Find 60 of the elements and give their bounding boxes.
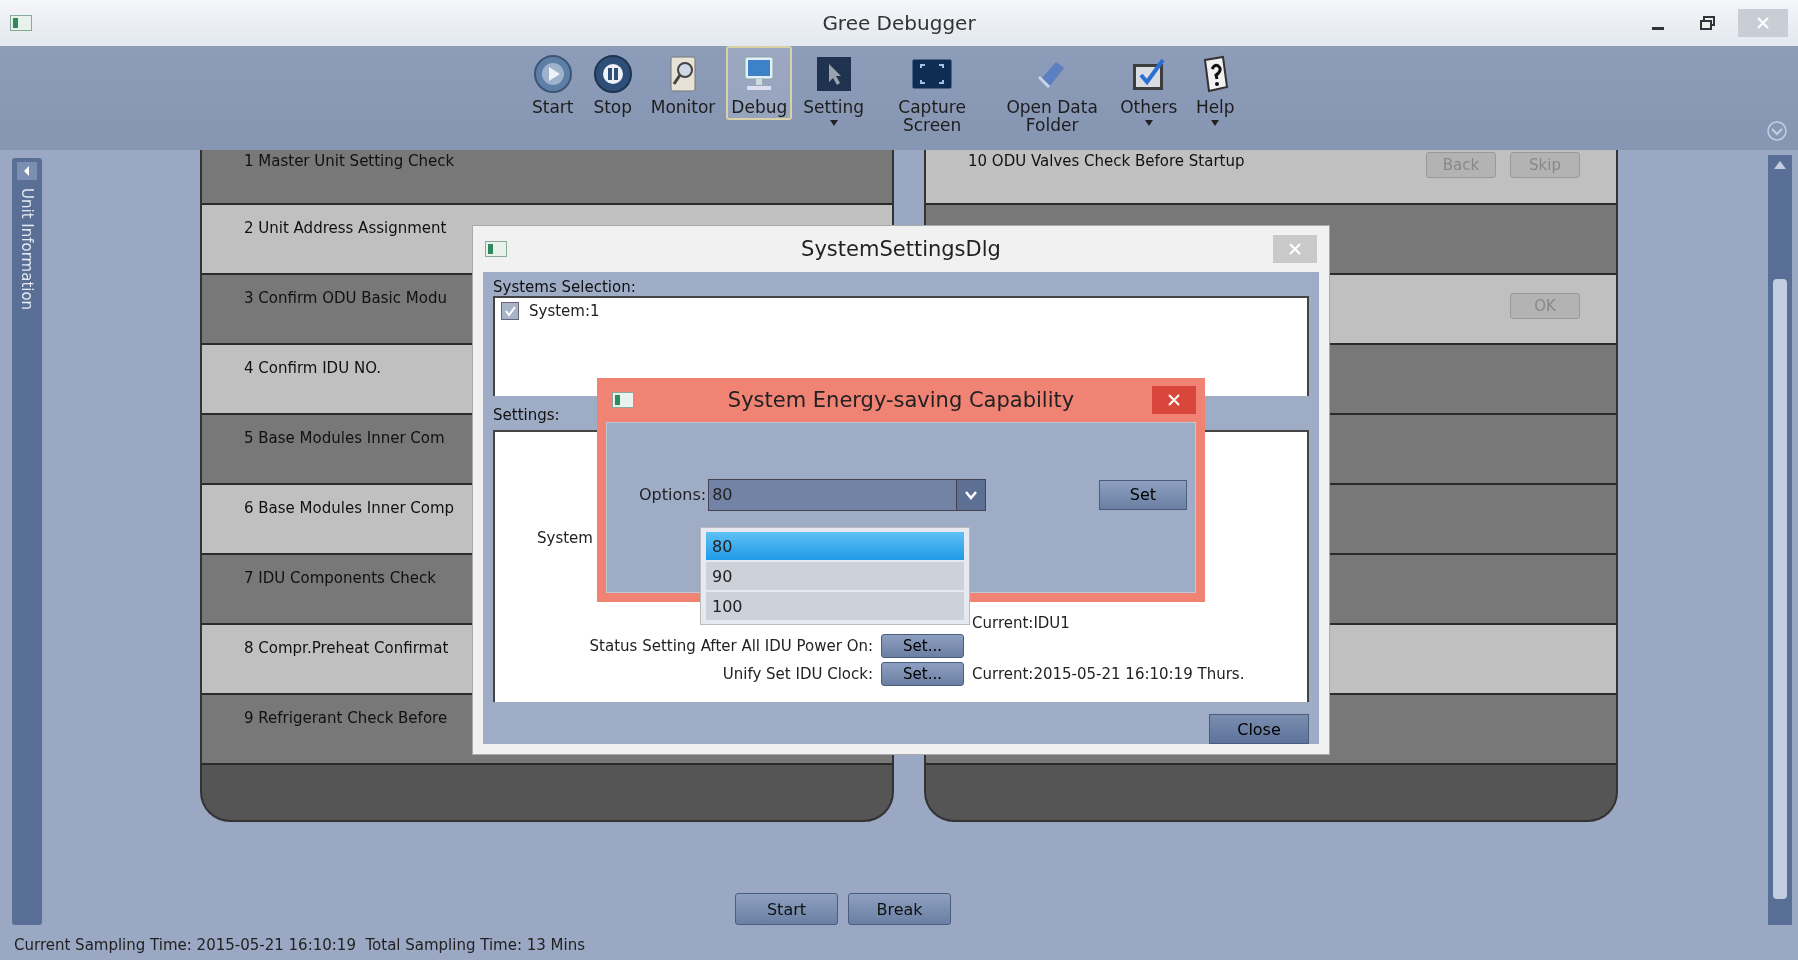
pause-icon xyxy=(592,54,633,94)
action-button[interactable]: Start xyxy=(735,893,838,925)
toolbar-button[interactable]: Debug xyxy=(726,46,793,120)
step-label: 6 Base Modules Inner Comp xyxy=(244,499,455,517)
side-tab-label: Unit Information xyxy=(18,188,36,311)
restore-icon xyxy=(1700,16,1716,30)
set-button[interactable]: Set xyxy=(1099,479,1187,510)
section-label: Settings: xyxy=(493,406,561,424)
setting-label: System xyxy=(537,529,593,547)
close-button[interactable] xyxy=(1152,386,1196,414)
window-title: Gree Debugger xyxy=(822,11,976,35)
system-label: System:1 xyxy=(529,302,600,320)
dialog-icon xyxy=(485,241,507,257)
setting-value: Current:2015-05-21 16:10:19 Thurs. xyxy=(972,665,1245,683)
step-label: 9 Refrigerant Check Before xyxy=(244,709,448,727)
scroll-up-icon[interactable] xyxy=(1774,161,1786,169)
app-icon xyxy=(10,15,32,31)
step-label: 5 Base Modules Inner Com xyxy=(244,429,445,447)
set-button[interactable]: Set... xyxy=(881,662,964,686)
toolbar-button[interactable]: Setting xyxy=(798,46,870,130)
dialog-icon xyxy=(612,392,634,408)
dialog-title: System Energy-saving Capability xyxy=(727,388,1075,412)
play-icon xyxy=(532,54,573,94)
action-button[interactable]: Break xyxy=(848,893,951,925)
toolbar-button[interactable]: Open Data Folder xyxy=(995,46,1110,138)
setting-label: Unify Set IDU Clock: xyxy=(722,665,873,683)
setting-value: Current:IDU1 xyxy=(972,614,1070,632)
toolbar-button[interactable]: Help xyxy=(1188,46,1243,130)
scrollbar[interactable] xyxy=(1768,155,1792,925)
options-dropdown[interactable]: 80 xyxy=(708,478,987,511)
step-label: 10 ODU Valves Check Before Startup xyxy=(968,152,1245,170)
chevron-down-icon xyxy=(964,489,979,500)
minimize-icon xyxy=(1652,26,1664,30)
toolbar-button[interactable]: Monitor xyxy=(645,46,721,120)
setting-label: Status Setting After All IDU Power On: xyxy=(589,637,873,655)
section-label: Systems Selection: xyxy=(493,278,637,296)
step-label: 2 Unit Address Assignment xyxy=(244,219,447,237)
step-label: 1 Master Unit Setting Check xyxy=(244,152,455,170)
arrow-left-icon xyxy=(17,162,37,180)
toolbar-button[interactable]: Others xyxy=(1115,46,1183,130)
checkbox[interactable] xyxy=(501,302,519,320)
dropdown-option[interactable]: 100 xyxy=(706,592,964,620)
step-label: 4 Confirm IDU NO. xyxy=(244,359,382,377)
step-label: 7 IDU Components Check xyxy=(244,569,436,587)
side-tab[interactable]: Unit Information xyxy=(12,158,42,925)
close-dialog-button[interactable]: Close xyxy=(1209,714,1309,744)
toolbar-button[interactable]: Start xyxy=(525,46,580,120)
close-icon xyxy=(1756,16,1770,30)
step-label: 8 Compr.Preheat Confirmat xyxy=(244,639,449,657)
options-label: Options: xyxy=(639,485,707,504)
close-icon[interactable] xyxy=(1167,393,1181,407)
dropdown-option[interactable]: 80 xyxy=(706,532,964,560)
toolbar-button[interactable]: Capture Screen xyxy=(875,46,990,138)
toolbar-button[interactable]: Stop xyxy=(585,46,640,120)
dropdown-option[interactable]: 90 xyxy=(706,562,964,590)
status-text: Current Sampling Time: 2015-05-21 16:10:19 Total Sampling Time: 13 Mins xyxy=(14,936,586,954)
set-button[interactable]: Set... xyxy=(881,634,964,658)
step-label: 3 Confirm ODU Basic Modu xyxy=(244,289,447,307)
collapse-icon[interactable] xyxy=(1766,120,1788,142)
dialog-title: SystemSettingsDlg xyxy=(801,237,1001,261)
